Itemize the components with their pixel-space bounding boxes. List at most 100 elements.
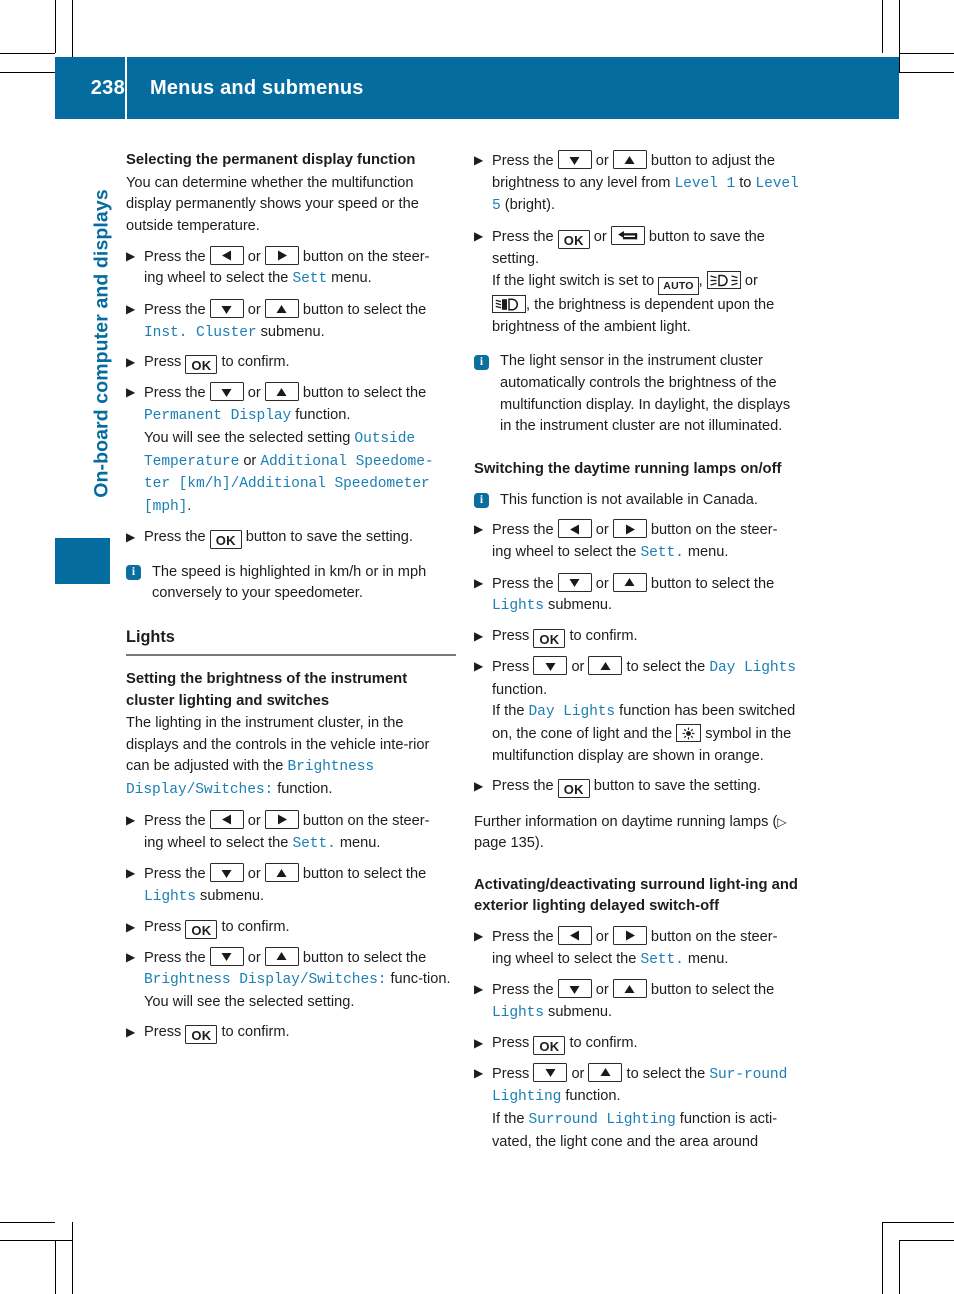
section-heading-lights: Lights [126, 628, 175, 647]
step-bullet-icon: ▶ [474, 1035, 484, 1050]
ok-button[interactable]: OK [185, 355, 218, 375]
crop-mark [899, 1240, 900, 1294]
info-note: i This function is not available in Cana… [474, 490, 804, 512]
step-bullet-icon: ▶ [126, 866, 136, 881]
down-arrow-button[interactable] [557, 572, 592, 592]
page-header: 238 Menus and submenus [55, 57, 899, 119]
step-extra-pre: You will see the selected setting [144, 429, 351, 446]
left-arrow-button[interactable] [557, 925, 592, 945]
right-arrow-button[interactable] [612, 519, 647, 539]
crop-mark [899, 0, 900, 72]
step-item: ▶ Press or to select the Sur-round Light… [474, 1062, 804, 1154]
step-bullet-icon: ▶ [126, 529, 136, 544]
step-bullet-icon: ▶ [126, 385, 136, 400]
down-arrow-button[interactable] [209, 382, 244, 402]
menu-name: Day Lights [528, 704, 616, 721]
step-item: ▶ Press the OK button to save the settin… [126, 527, 456, 549]
up-arrow-button[interactable] [588, 1062, 623, 1082]
step-extra-end: . [187, 497, 192, 514]
step-item: ▶ Press or to select the Day Lights func… [474, 656, 804, 768]
step-text-mid: or [595, 928, 609, 945]
parking-light-icon [706, 270, 741, 289]
up-arrow-button[interactable] [264, 382, 299, 402]
step-bullet-icon: ▶ [474, 229, 484, 244]
ok-button[interactable]: OK [557, 230, 590, 250]
ok-button[interactable]: OK [533, 629, 566, 649]
ok-button[interactable]: OK [557, 778, 590, 798]
info-note-text: The speed is highlighted in km/h or in m… [152, 563, 427, 602]
step-cont-post: menu. [331, 270, 372, 287]
crop-mark [899, 1240, 954, 1241]
up-arrow-button[interactable] [612, 150, 647, 169]
step-text-pre: Press the [492, 982, 554, 999]
down-arrow-button[interactable] [209, 863, 244, 883]
up-arrow-button[interactable] [264, 946, 299, 966]
up-arrow-button[interactable] [264, 299, 299, 319]
step-text-mid: or [247, 812, 261, 829]
down-arrow-button[interactable] [533, 656, 568, 676]
step-text-post: button to select the [302, 385, 427, 402]
ok-button[interactable]: OK [185, 919, 218, 939]
right-arrow-button[interactable] [264, 245, 299, 265]
menu-name: Lights [492, 598, 544, 615]
brightness-intro-post: function. [277, 781, 333, 798]
step-cont-pre: ing wheel to select the [492, 543, 637, 560]
step-item: ▶ Press OK to confirm. [126, 352, 456, 375]
down-arrow-button[interactable] [557, 150, 592, 169]
step-text-mid: or [595, 575, 609, 592]
down-arrow-button[interactable] [209, 946, 244, 966]
page-ref-triangle-icon: ▷ [777, 814, 787, 829]
left-arrow-button[interactable] [209, 245, 244, 265]
step-item: ▶ Press OK to confirm. [474, 1033, 804, 1055]
heading-daytime-lamps: Switching the daytime running lamps on/o… [474, 461, 782, 478]
header-divider [125, 57, 127, 119]
info-icon: i [474, 493, 489, 509]
step-extra-pre: You will see the selected setting. [144, 994, 355, 1011]
step-item: ▶ Press OK to confirm. [474, 626, 804, 649]
info-note: i The light sensor in the instrument clu… [474, 351, 804, 438]
step-cont-pre: ing wheel to select the [144, 270, 289, 287]
step-text-mid: or [571, 659, 585, 676]
step-text-pre: Press [492, 1065, 530, 1082]
step-text-mid: or [571, 1065, 585, 1082]
up-arrow-button[interactable] [264, 863, 299, 883]
ok-button[interactable]: OK [533, 1035, 566, 1055]
up-arrow-button[interactable] [612, 979, 647, 999]
step-text-post: button on the steer- [302, 248, 430, 265]
right-arrow-button[interactable] [612, 925, 647, 945]
ok-button[interactable]: OK [185, 1024, 218, 1044]
step-cont-mid: to [739, 174, 752, 191]
step-text-pre: Press the [144, 949, 206, 966]
page-reference-link[interactable]: page 135 [474, 835, 535, 851]
step-text-post: button to save the setting. [245, 528, 413, 545]
step-cont-post: (bright). [504, 197, 556, 214]
down-arrow-button[interactable] [209, 299, 244, 319]
step-text-pre: Press [492, 1034, 530, 1051]
right-arrow-button[interactable] [264, 809, 299, 829]
step-text-post: button to save the setting. [593, 777, 761, 794]
down-arrow-button[interactable] [557, 979, 592, 999]
left-arrow-button[interactable] [209, 809, 244, 829]
step-text-pre: Press the [144, 866, 206, 883]
left-arrow-button[interactable] [557, 519, 592, 539]
chapter-title-vertical: On-board computer and displays [90, 189, 113, 498]
menu-name: Inst. Cluster [144, 324, 257, 341]
up-arrow-button[interactable] [588, 656, 623, 676]
crop-mark [72, 1222, 73, 1294]
step-text-pre: Press the [144, 812, 206, 829]
ok-button[interactable]: OK [209, 529, 242, 549]
menu-name: Sett. [640, 951, 684, 968]
crop-mark [882, 1222, 954, 1223]
info-icon: i [126, 565, 141, 581]
step-bullet-icon: ▶ [474, 778, 484, 793]
up-arrow-button[interactable] [612, 572, 647, 592]
step-item: ▶ Press the or button to select the Brig… [126, 946, 456, 1014]
menu-name: Level 1 [674, 175, 736, 192]
step-bullet-icon: ▶ [126, 248, 136, 263]
step-text-post: to confirm. [221, 1023, 290, 1040]
step-text-pre: Press [144, 354, 182, 371]
down-arrow-button[interactable] [533, 1062, 568, 1082]
back-arrow-button[interactable] [610, 226, 645, 246]
page-title: Menus and submenus [150, 76, 364, 99]
step-cont-post: submenu. [200, 887, 265, 904]
